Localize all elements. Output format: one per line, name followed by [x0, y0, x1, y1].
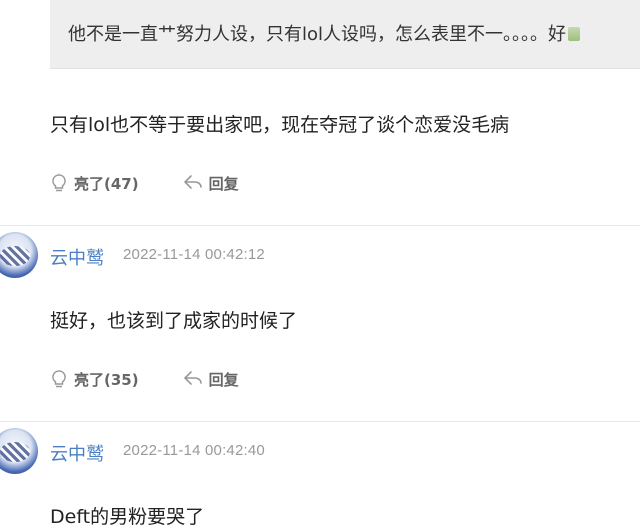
quoted-comment: 他不是一直艹努力人设，只有lol人设吗，怎么表里不一。。。。好: [50, 0, 640, 69]
reply-label: 回复: [208, 370, 239, 389]
like-label: 亮了(47): [74, 174, 139, 193]
like-label: 亮了(35): [74, 370, 139, 389]
comment-time: 2022-11-14 00:42:40: [123, 442, 265, 459]
reply-button[interactable]: 回复: [183, 173, 239, 194]
emoji-icon: [568, 27, 581, 41]
lightbulb-icon: [52, 370, 66, 388]
reply-actions: 亮了(47) 回复: [50, 171, 283, 195]
like-button[interactable]: 亮了(35): [50, 369, 139, 390]
comment-text: 挺好，也该到了成家的时候了: [50, 310, 298, 332]
like-button[interactable]: 亮了(47): [50, 173, 139, 194]
username[interactable]: 云中鹫: [50, 440, 104, 466]
comment-text: Deft的男粉要哭了: [50, 506, 205, 528]
avatar[interactable]: [0, 232, 38, 278]
reply-button[interactable]: 回复: [183, 369, 239, 390]
divider: [0, 225, 640, 226]
lightbulb-icon: [52, 173, 66, 192]
comment-time: 2022-11-14 00:42:12: [123, 246, 265, 263]
reply-label: 回复: [208, 174, 239, 193]
reply-arrow-icon: [183, 371, 202, 385]
username[interactable]: 云中鹫: [50, 244, 104, 270]
reply-text: 只有lol也不等于要出家吧，现在夺冠了谈个恋爱没毛病: [50, 114, 510, 136]
quoted-comment-text: 他不是一直艹努力人设，只有lol人设吗，怎么表里不一。。。。好: [68, 24, 567, 45]
reply-arrow-icon: [183, 175, 202, 189]
divider: [0, 421, 640, 422]
avatar[interactable]: [0, 428, 38, 474]
comment-actions: 亮了(35) 回复: [50, 367, 283, 391]
